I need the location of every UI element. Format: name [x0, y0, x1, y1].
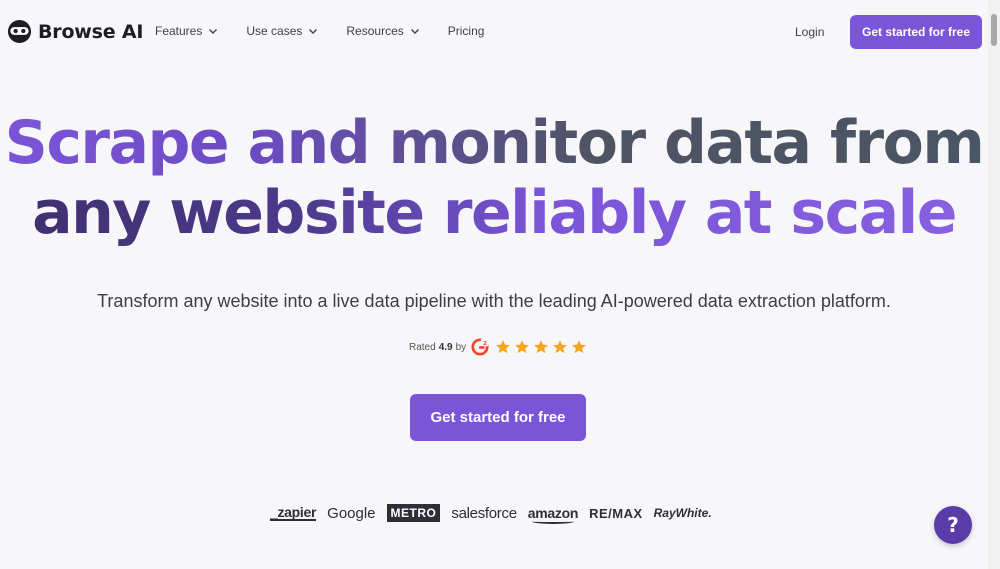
main-menu: Features Use cases Resources Pricing [155, 24, 512, 38]
page-scrollbar[interactable] [988, 0, 1000, 569]
headline-line-2: any website reliably at scale [0, 178, 988, 248]
nav-item-label: Features [155, 24, 203, 38]
help-chat-button[interactable]: ? [934, 506, 972, 544]
nav-item-features[interactable]: Features [155, 24, 218, 38]
chevron-down-icon [309, 29, 318, 34]
customer-logos: _zapier Google METRO salesforce amazon R… [270, 502, 723, 524]
hero-headline: Scrape and monitor data from any website… [0, 108, 988, 248]
star-icon [534, 340, 549, 354]
logo-zapier: _zapier [270, 503, 317, 521]
star-icon [553, 340, 568, 354]
rating-by: by [455, 341, 467, 353]
star-rating [495, 339, 587, 355]
star-icon [572, 340, 587, 354]
brand-logo-link[interactable]: Browse AI [7, 19, 143, 44]
logo-google: Google [327, 504, 376, 522]
logo-remax: RE/MAX [589, 505, 643, 521]
svg-text:2: 2 [483, 341, 487, 347]
rating-row: Rated 4.9 by 2 [409, 338, 587, 356]
nav-item-use-cases[interactable]: Use cases [246, 24, 318, 38]
nav-item-pricing[interactable]: Pricing [448, 24, 485, 38]
robot-face-icon [7, 19, 32, 44]
page: Browse AI Features Use cases Resources P… [0, 0, 988, 569]
logo-amazon: amazon [527, 505, 579, 524]
nav-item-label: Resources [346, 24, 404, 38]
nav-item-label: Use cases [246, 24, 303, 38]
nav-item-resources[interactable]: Resources [346, 24, 419, 38]
rating-prefix: Rated [409, 341, 436, 353]
logo-raywhite: RayWhite. [653, 506, 712, 520]
star-icon [496, 340, 511, 354]
scrollbar-thumb[interactable] [991, 14, 997, 46]
logo-metro: METRO [386, 504, 441, 522]
login-link[interactable]: Login [795, 25, 824, 39]
star-icon [515, 340, 530, 354]
hero-subtitle: Transform any website into a live data p… [97, 291, 891, 311]
get-started-hero-button[interactable]: Get started for free [410, 394, 586, 441]
logo-salesforce: salesforce [451, 504, 517, 522]
headline-line-1: Scrape and monitor data from [0, 108, 988, 178]
get-started-header-button[interactable]: Get started for free [850, 15, 982, 49]
nav-item-label: Pricing [447, 24, 485, 38]
brand-name: Browse AI [38, 20, 144, 43]
rating-value: 4.9 [438, 341, 453, 353]
top-nav: Browse AI Features Use cases Resources P… [0, 0, 988, 64]
chevron-down-icon [209, 29, 218, 34]
chevron-down-icon [410, 29, 419, 34]
g2-icon[interactable]: 2 [471, 338, 489, 356]
